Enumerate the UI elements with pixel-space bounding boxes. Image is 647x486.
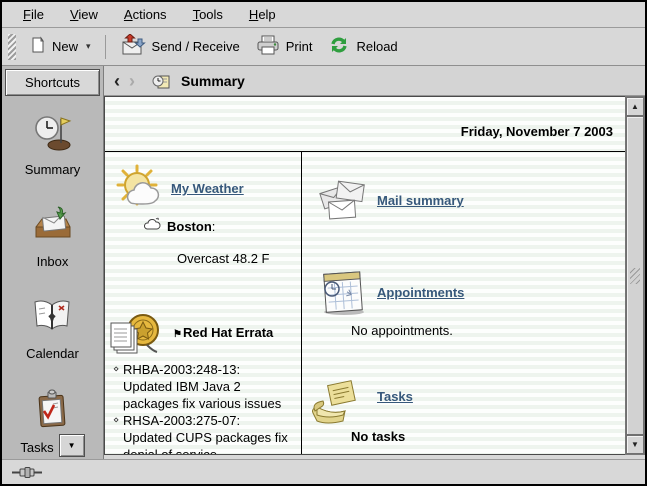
reload-icon <box>328 35 350 58</box>
printer-icon <box>256 35 280 58</box>
summary-clock-flag-icon <box>32 113 74 158</box>
scroll-up-button[interactable]: ▲ <box>626 97 644 116</box>
evolution-window: File View Actions Tools Help New ▾ <box>0 0 647 486</box>
menu-actions[interactable]: Actions <box>111 4 180 25</box>
vertical-scrollbar[interactable]: ▲ ▼ <box>625 96 645 455</box>
tasks-link[interactable]: Tasks <box>377 389 413 404</box>
reload-button[interactable]: Reload <box>320 30 405 63</box>
date-rule <box>105 151 625 152</box>
toolbar: New ▾ Send / Receive <box>2 28 645 66</box>
status-bar <box>2 459 645 484</box>
folder-header: ‹ › Summary <box>104 66 645 96</box>
scroll-up-arrow-icon: ▲ <box>631 102 639 111</box>
menu-file[interactable]: File <box>10 4 57 25</box>
weather-location-row: Boston: <box>143 217 215 236</box>
shortcuts-sidebar: Shortcuts Summary <box>2 66 104 459</box>
toolbar-separator <box>105 35 106 59</box>
appointments-empty-text: No appointments. <box>351 323 453 338</box>
sidebar-item-summary[interactable]: Summary <box>25 113 81 205</box>
shortcut-list: Summary Inbox <box>2 99 103 481</box>
tasks-clipboard-icon <box>31 389 73 434</box>
appointments-link[interactable]: Appointments <box>377 285 464 300</box>
right-pane: ‹ › Summary Friday, November 7 2003 <box>104 66 645 459</box>
print-button[interactable]: Print <box>248 30 321 63</box>
errata-flag-icon: ⚑ <box>173 329 182 340</box>
tasks-empty-text: No tasks <box>351 429 405 444</box>
menu-view[interactable]: View <box>57 4 111 25</box>
summary-content: Friday, November 7 2003 <box>104 96 625 455</box>
calendar-book-icon <box>31 297 73 342</box>
back-arrow-icon[interactable]: ‹ <box>114 72 120 90</box>
new-document-icon <box>29 36 46 57</box>
errata-list: RHBA-2003:248-13: Updated IBM Java 2 pac… <box>113 361 291 455</box>
my-weather-link[interactable]: My Weather <box>171 181 244 196</box>
main-area: Shortcuts Summary <box>2 66 645 459</box>
shortcut-group-dropdown-button[interactable]: ▼ <box>59 434 85 457</box>
inbox-tray-icon <box>32 205 74 250</box>
sidebar-label-calendar: Calendar <box>26 346 79 361</box>
toolbar-grip-handle[interactable] <box>8 34 16 60</box>
new-button[interactable]: New ▾ <box>21 31 99 62</box>
folder-summary-icon <box>152 73 170 89</box>
page-title: Summary <box>181 73 245 89</box>
sidebar-label-summary: Summary <box>25 162 81 177</box>
tasks-notes-icon <box>309 377 367 434</box>
send-receive-icon <box>120 34 146 59</box>
weather-conditions: Overcast 48.2 F <box>177 251 269 266</box>
scroll-down-arrow-icon: ▼ <box>631 440 639 449</box>
errata-item[interactable]: RHBA-2003:248-13: Updated IBM Java 2 pac… <box>113 361 291 412</box>
appointments-icon <box>319 267 369 322</box>
errata-item[interactable]: RHSA-2003:275-07: Updated CUPS packages … <box>113 412 291 455</box>
content-outer: Friday, November 7 2003 <box>104 96 645 459</box>
menu-help[interactable]: Help <box>236 4 289 25</box>
weather-icon <box>115 163 169 222</box>
send-receive-button[interactable]: Send / Receive <box>112 29 248 64</box>
sidebar-item-inbox[interactable]: Inbox <box>32 205 74 297</box>
combo-arrow-icon: ▼ <box>68 441 76 450</box>
online-status-plug-icon[interactable] <box>11 466 43 479</box>
sidebar-item-calendar[interactable]: Calendar <box>26 297 79 389</box>
menu-bar: File View Actions Tools Help <box>2 2 645 28</box>
scrollbar-thumb[interactable] <box>626 116 644 435</box>
forward-arrow-icon[interactable]: › <box>129 72 135 90</box>
date-heading: Friday, November 7 2003 <box>461 124 613 139</box>
errata-title: ⚑Red Hat Errata <box>173 325 273 340</box>
scroll-down-button[interactable]: ▼ <box>626 435 644 454</box>
new-dropdown-arrow-icon[interactable]: ▾ <box>86 41 91 52</box>
mail-summary-icon <box>317 175 371 228</box>
mail-summary-link[interactable]: Mail summary <box>377 193 464 208</box>
sidebar-label-tasks: Tasks <box>20 440 53 455</box>
column-divider <box>301 152 302 454</box>
small-cloud-icon <box>143 217 162 236</box>
sidebar-label-inbox: Inbox <box>37 254 69 269</box>
shortcuts-group-button[interactable]: Shortcuts <box>5 69 100 96</box>
menu-tools[interactable]: Tools <box>180 4 236 25</box>
